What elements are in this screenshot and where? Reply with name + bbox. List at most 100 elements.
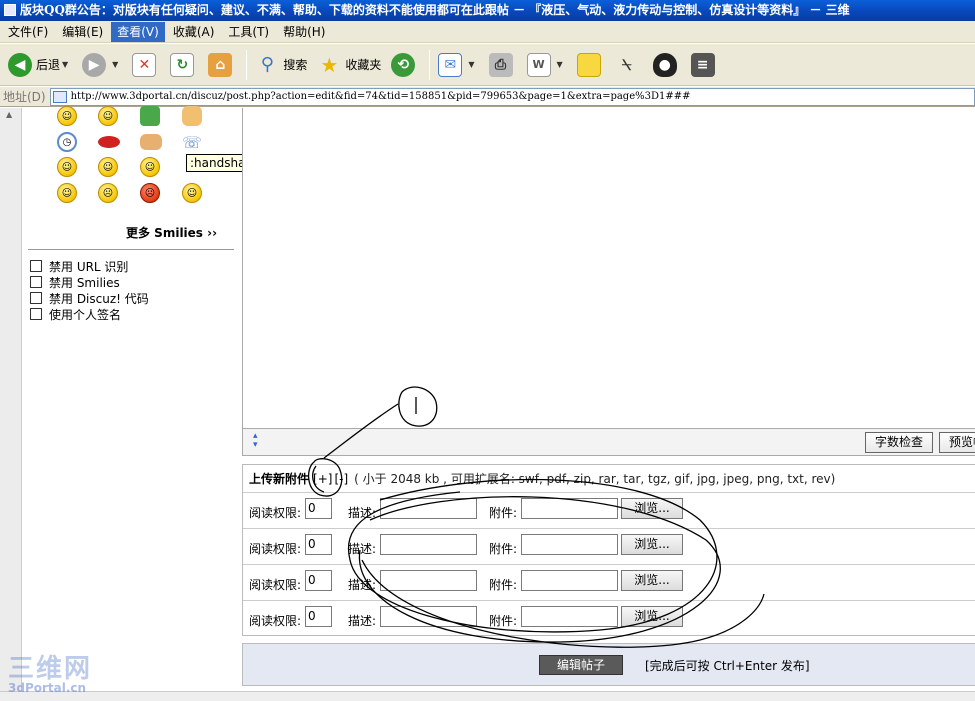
qq-icon: ● bbox=[652, 52, 677, 77]
browse-button[interactable]: 浏览... bbox=[621, 570, 683, 591]
message-editor[interactable] bbox=[242, 108, 975, 428]
blush-icon[interactable]: ☺ bbox=[98, 106, 118, 126]
mail-button[interactable]: ✉ ▼ bbox=[434, 48, 482, 82]
edit-button[interactable]: W ▼ bbox=[523, 48, 571, 82]
checkbox[interactable] bbox=[30, 308, 42, 320]
attachment-header: 上传新附件 [+] [-] ( 小于 2048 kb , 可用扩展名: swf,… bbox=[243, 465, 975, 493]
archive-button[interactable]: ≡ bbox=[687, 48, 723, 82]
edit-post-button[interactable]: 编辑帖子 bbox=[539, 655, 623, 675]
file-input[interactable] bbox=[521, 570, 618, 591]
search-button[interactable]: ⚲ 搜索 bbox=[251, 48, 311, 82]
watermark-logo: 三维网 bbox=[8, 654, 93, 684]
chevron-down-icon[interactable]: ▼ bbox=[468, 60, 474, 69]
resize-icon[interactable]: ▴ ▾ bbox=[253, 432, 258, 450]
desc-label: 描述: bbox=[348, 578, 377, 592]
option-disable-url[interactable]: 禁用 URL 识别 bbox=[30, 258, 149, 274]
option-disable-smilies[interactable]: 禁用 Smilies bbox=[30, 274, 149, 290]
horizontal-scrollbar[interactable] bbox=[0, 691, 975, 701]
file-input[interactable] bbox=[521, 498, 618, 519]
perm-input[interactable]: 0 bbox=[305, 570, 332, 591]
desc-input[interactable] bbox=[380, 606, 477, 627]
favorites-icon: ★ bbox=[320, 52, 339, 77]
checkbox[interactable] bbox=[30, 260, 42, 272]
cry-icon[interactable]: ☹ bbox=[98, 183, 118, 203]
browse-button[interactable]: 浏览... bbox=[621, 606, 683, 627]
note-button[interactable] bbox=[573, 48, 609, 82]
desc-label: 描述: bbox=[348, 614, 377, 628]
research-button[interactable]: ⍀ bbox=[611, 48, 647, 82]
print-button[interactable]: ⎙ bbox=[485, 48, 521, 82]
chevron-down-icon[interactable]: ▼ bbox=[112, 60, 118, 69]
menu-file[interactable]: 文件(F) bbox=[2, 22, 54, 42]
phone-icon[interactable]: ☏ bbox=[182, 132, 202, 152]
qq-button[interactable]: ● bbox=[649, 48, 685, 82]
clock-icon[interactable]: ◷ bbox=[57, 132, 77, 152]
submit-hint: [完成后可按 Ctrl+Enter 发布] bbox=[645, 659, 810, 673]
watermark-domain: 3dPortal.cn bbox=[8, 681, 87, 695]
refresh-button[interactable]: ↻ bbox=[166, 48, 202, 82]
back-button[interactable]: ◀ 后退 ▼ bbox=[4, 48, 76, 82]
forward-icon: ▶ bbox=[82, 52, 107, 77]
desc-input[interactable] bbox=[380, 534, 477, 555]
desc-input[interactable] bbox=[380, 570, 477, 591]
preview-button[interactable]: 预览帖 bbox=[939, 432, 975, 453]
angry-icon[interactable]: ☹ bbox=[140, 183, 160, 203]
editor-footer: ▴▾ 字数检查 预览帖 bbox=[242, 428, 975, 456]
menu-favorites[interactable]: 收藏(A) bbox=[167, 22, 221, 42]
file-label: 附件: bbox=[489, 506, 518, 520]
menu-help[interactable]: 帮助(H) bbox=[277, 22, 331, 42]
file-input[interactable] bbox=[521, 534, 618, 555]
page-icon bbox=[52, 90, 67, 103]
laugh-icon[interactable]: ☺ bbox=[182, 183, 202, 203]
grin-icon[interactable]: ☺ bbox=[98, 157, 118, 177]
file-label: 附件: bbox=[489, 542, 518, 556]
favorites-button[interactable]: ★ 收藏夹 bbox=[313, 48, 385, 82]
smile-icon[interactable]: ☺ bbox=[57, 157, 77, 177]
back-label: 后退 bbox=[36, 58, 61, 72]
smile-icon[interactable]: ☺ bbox=[57, 183, 77, 203]
menu-view[interactable]: 查看(V) bbox=[111, 21, 165, 42]
flower-icon[interactable] bbox=[140, 106, 160, 126]
checkbox[interactable] bbox=[30, 292, 42, 304]
browse-button[interactable]: 浏览... bbox=[621, 534, 683, 555]
stop-button[interactable]: ✕ bbox=[128, 48, 164, 82]
perm-label: 阅读权限: bbox=[249, 614, 302, 628]
menu-tools[interactable]: 工具(T) bbox=[222, 22, 275, 42]
smile-icon[interactable]: ☺ bbox=[57, 106, 77, 126]
search-icon: ⚲ bbox=[260, 54, 274, 75]
checkbox[interactable] bbox=[30, 276, 42, 288]
chevron-down-icon[interactable]: ▼ bbox=[62, 60, 68, 69]
attachment-row: 阅读权限: 0 描述: 附件: 浏览... bbox=[243, 493, 975, 529]
perm-input[interactable]: 0 bbox=[305, 498, 332, 519]
menu-edit[interactable]: 编辑(E) bbox=[56, 22, 109, 42]
add-attachment-link[interactable]: [+] bbox=[313, 472, 332, 486]
handshake-icon[interactable] bbox=[140, 134, 162, 150]
home-button[interactable]: ⌂ bbox=[204, 48, 240, 82]
wordcount-button[interactable]: 字数检查 bbox=[865, 432, 934, 453]
desc-input[interactable] bbox=[380, 498, 477, 519]
address-input[interactable]: http://www.3dportal.cn/discuz/post.php?a… bbox=[49, 87, 975, 106]
remove-attachment-link[interactable]: [-] bbox=[334, 472, 348, 486]
more-smilies-link[interactable]: 更多 Smilies ›› bbox=[126, 224, 217, 241]
home-icon: ⌂ bbox=[208, 52, 233, 77]
file-input[interactable] bbox=[521, 606, 618, 627]
option-use-signature[interactable]: 使用个人签名 bbox=[30, 306, 149, 322]
perm-input[interactable]: 0 bbox=[305, 606, 332, 627]
submit-bar: 编辑帖子 [完成后可按 Ctrl+Enter 发布] bbox=[242, 643, 975, 686]
back-icon: ◀ bbox=[8, 52, 32, 77]
toolbar-separator bbox=[246, 49, 248, 80]
scroll-up-icon[interactable]: ▲ bbox=[6, 110, 12, 119]
forward-button[interactable]: ▶ ▼ bbox=[78, 48, 126, 82]
perm-input[interactable]: 0 bbox=[305, 534, 332, 555]
print-icon: ⎙ bbox=[488, 52, 513, 77]
history-button[interactable]: ⟲ bbox=[387, 48, 423, 82]
victory-icon[interactable] bbox=[182, 106, 202, 126]
wink-icon[interactable]: ☺ bbox=[140, 157, 160, 177]
option-disable-discuz-code[interactable]: 禁用 Discuz! 代码 bbox=[30, 290, 149, 306]
lips-icon[interactable] bbox=[98, 136, 120, 148]
toolbar-separator bbox=[429, 49, 431, 80]
ie-page-icon bbox=[4, 4, 16, 16]
browse-button[interactable]: 浏览... bbox=[621, 498, 683, 519]
window-title-bar: 版块QQ群公告：对版块有任何疑问、建议、不满、帮助、下载的资料不能使用都可在此跟… bbox=[0, 0, 975, 21]
chevron-down-icon[interactable]: ▼ bbox=[557, 60, 563, 69]
